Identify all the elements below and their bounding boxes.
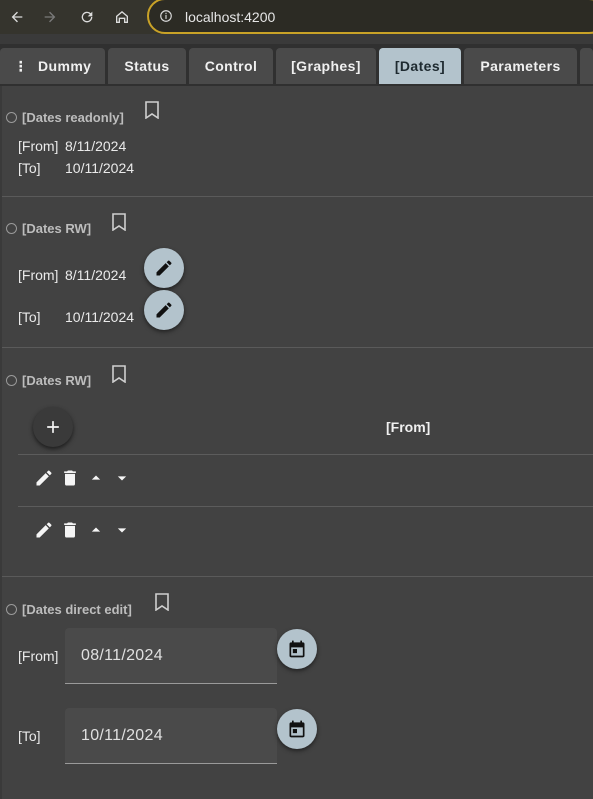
section-dates-readonly: [Dates readonly] [From] 8/11/2024 [To] 1… — [2, 86, 593, 197]
tab-label: [Graphes] — [291, 58, 361, 74]
table-row — [34, 520, 138, 540]
from-label: [From] — [18, 648, 59, 664]
tab-label: Control — [204, 58, 258, 74]
tab-parameters[interactable]: Parameters — [464, 48, 577, 84]
edit-from-button[interactable] — [144, 248, 184, 288]
row-divider — [18, 506, 593, 507]
section-title-text: [Dates direct edit] — [22, 602, 132, 617]
edit-icon — [156, 260, 172, 276]
address-bar[interactable]: localhost:4200 — [147, 0, 593, 34]
tab-status[interactable]: Status — [108, 48, 186, 84]
tab-label: Status — [124, 58, 170, 74]
column-header-from: [From] — [386, 419, 431, 435]
tab-dummy[interactable]: ⋮ Dummy — [0, 48, 105, 84]
section-title-text: [Dates RW] — [22, 221, 92, 236]
from-value: 8/11/2024 — [65, 138, 127, 154]
arrow-down-icon[interactable] — [112, 520, 132, 540]
edit-icon — [156, 302, 172, 318]
tab-label: [Dates] — [394, 58, 446, 74]
edit-icon[interactable] — [34, 468, 54, 488]
arrow-up-icon[interactable] — [86, 468, 106, 488]
forward-arrow-icon[interactable] — [41, 8, 59, 26]
section-title-text: [Dates readonly] — [22, 110, 124, 125]
from-value: 8/11/2024 — [65, 267, 127, 283]
to-value: 10/11/2024 — [65, 309, 135, 325]
url-text: localhost:4200 — [185, 9, 276, 25]
bookmark-icon[interactable] — [112, 365, 126, 384]
radio-button[interactable] — [6, 604, 17, 615]
edit-icon[interactable] — [34, 520, 54, 540]
calendar-icon — [289, 720, 305, 738]
section-dates-direct-edit: [Dates direct edit] [From] 08/11/2024 [T… — [2, 577, 593, 799]
to-date-input[interactable]: 10/11/2024 — [65, 708, 277, 764]
bookmark-icon[interactable] — [112, 213, 126, 232]
section-title: [Dates readonly] — [6, 110, 124, 125]
section-dates-rw: [Dates RW] [From] 8/11/2024 [To] 10/11/2… — [2, 197, 593, 348]
delete-icon[interactable] — [60, 468, 80, 488]
tab-bar: ⋮ Dummy Status Control [Graphes] [Dates]… — [0, 44, 593, 86]
section-dates-rw-table: [Dates RW] [From] — [2, 348, 593, 577]
section-title: [Dates RW] — [6, 221, 91, 236]
delete-icon[interactable] — [60, 520, 80, 540]
tab-control[interactable]: Control — [189, 48, 273, 84]
from-datepicker-button[interactable] — [277, 629, 317, 669]
tab-graphes[interactable]: [Graphes] — [276, 48, 376, 84]
site-info-icon[interactable] — [159, 9, 173, 23]
more-vert-icon[interactable]: ⋮ — [14, 58, 28, 75]
section-title: [Dates direct edit] — [6, 602, 132, 617]
from-label: [From] — [18, 267, 59, 283]
plus-icon — [47, 421, 59, 433]
to-value: 10/11/2024 — [65, 160, 135, 176]
home-icon[interactable] — [113, 8, 131, 26]
radio-button[interactable] — [6, 112, 17, 123]
tab-overflow[interactable] — [580, 48, 593, 84]
bookmark-icon[interactable] — [145, 101, 159, 120]
back-arrow-icon[interactable] — [8, 8, 26, 26]
table-row — [34, 468, 138, 488]
to-date-value: 10/11/2024 — [81, 727, 163, 744]
row-divider — [18, 454, 593, 455]
tab-label: Dummy — [38, 58, 92, 74]
to-label: [To] — [18, 160, 41, 176]
edit-to-button[interactable] — [144, 290, 184, 330]
from-date-input[interactable]: 08/11/2024 — [65, 628, 277, 684]
arrow-up-icon[interactable] — [86, 520, 106, 540]
browser-toolbar: localhost:4200 — [0, 0, 593, 34]
to-label: [To] — [18, 728, 41, 744]
to-label: [To] — [18, 309, 41, 325]
add-row-button[interactable] — [33, 407, 73, 447]
radio-button[interactable] — [6, 223, 17, 234]
reload-icon[interactable] — [78, 8, 96, 26]
tab-dates[interactable]: [Dates] — [379, 48, 461, 84]
from-date-value: 08/11/2024 — [81, 647, 163, 664]
section-title: [Dates RW] — [6, 373, 91, 388]
tab-label: Parameters — [480, 58, 561, 74]
radio-button[interactable] — [6, 375, 17, 386]
bookmark-icon[interactable] — [155, 593, 169, 612]
from-label: [From] — [18, 138, 59, 154]
to-datepicker-button[interactable] — [277, 709, 317, 749]
calendar-icon — [289, 640, 305, 658]
arrow-down-icon[interactable] — [112, 468, 132, 488]
section-title-text: [Dates RW] — [22, 373, 92, 388]
